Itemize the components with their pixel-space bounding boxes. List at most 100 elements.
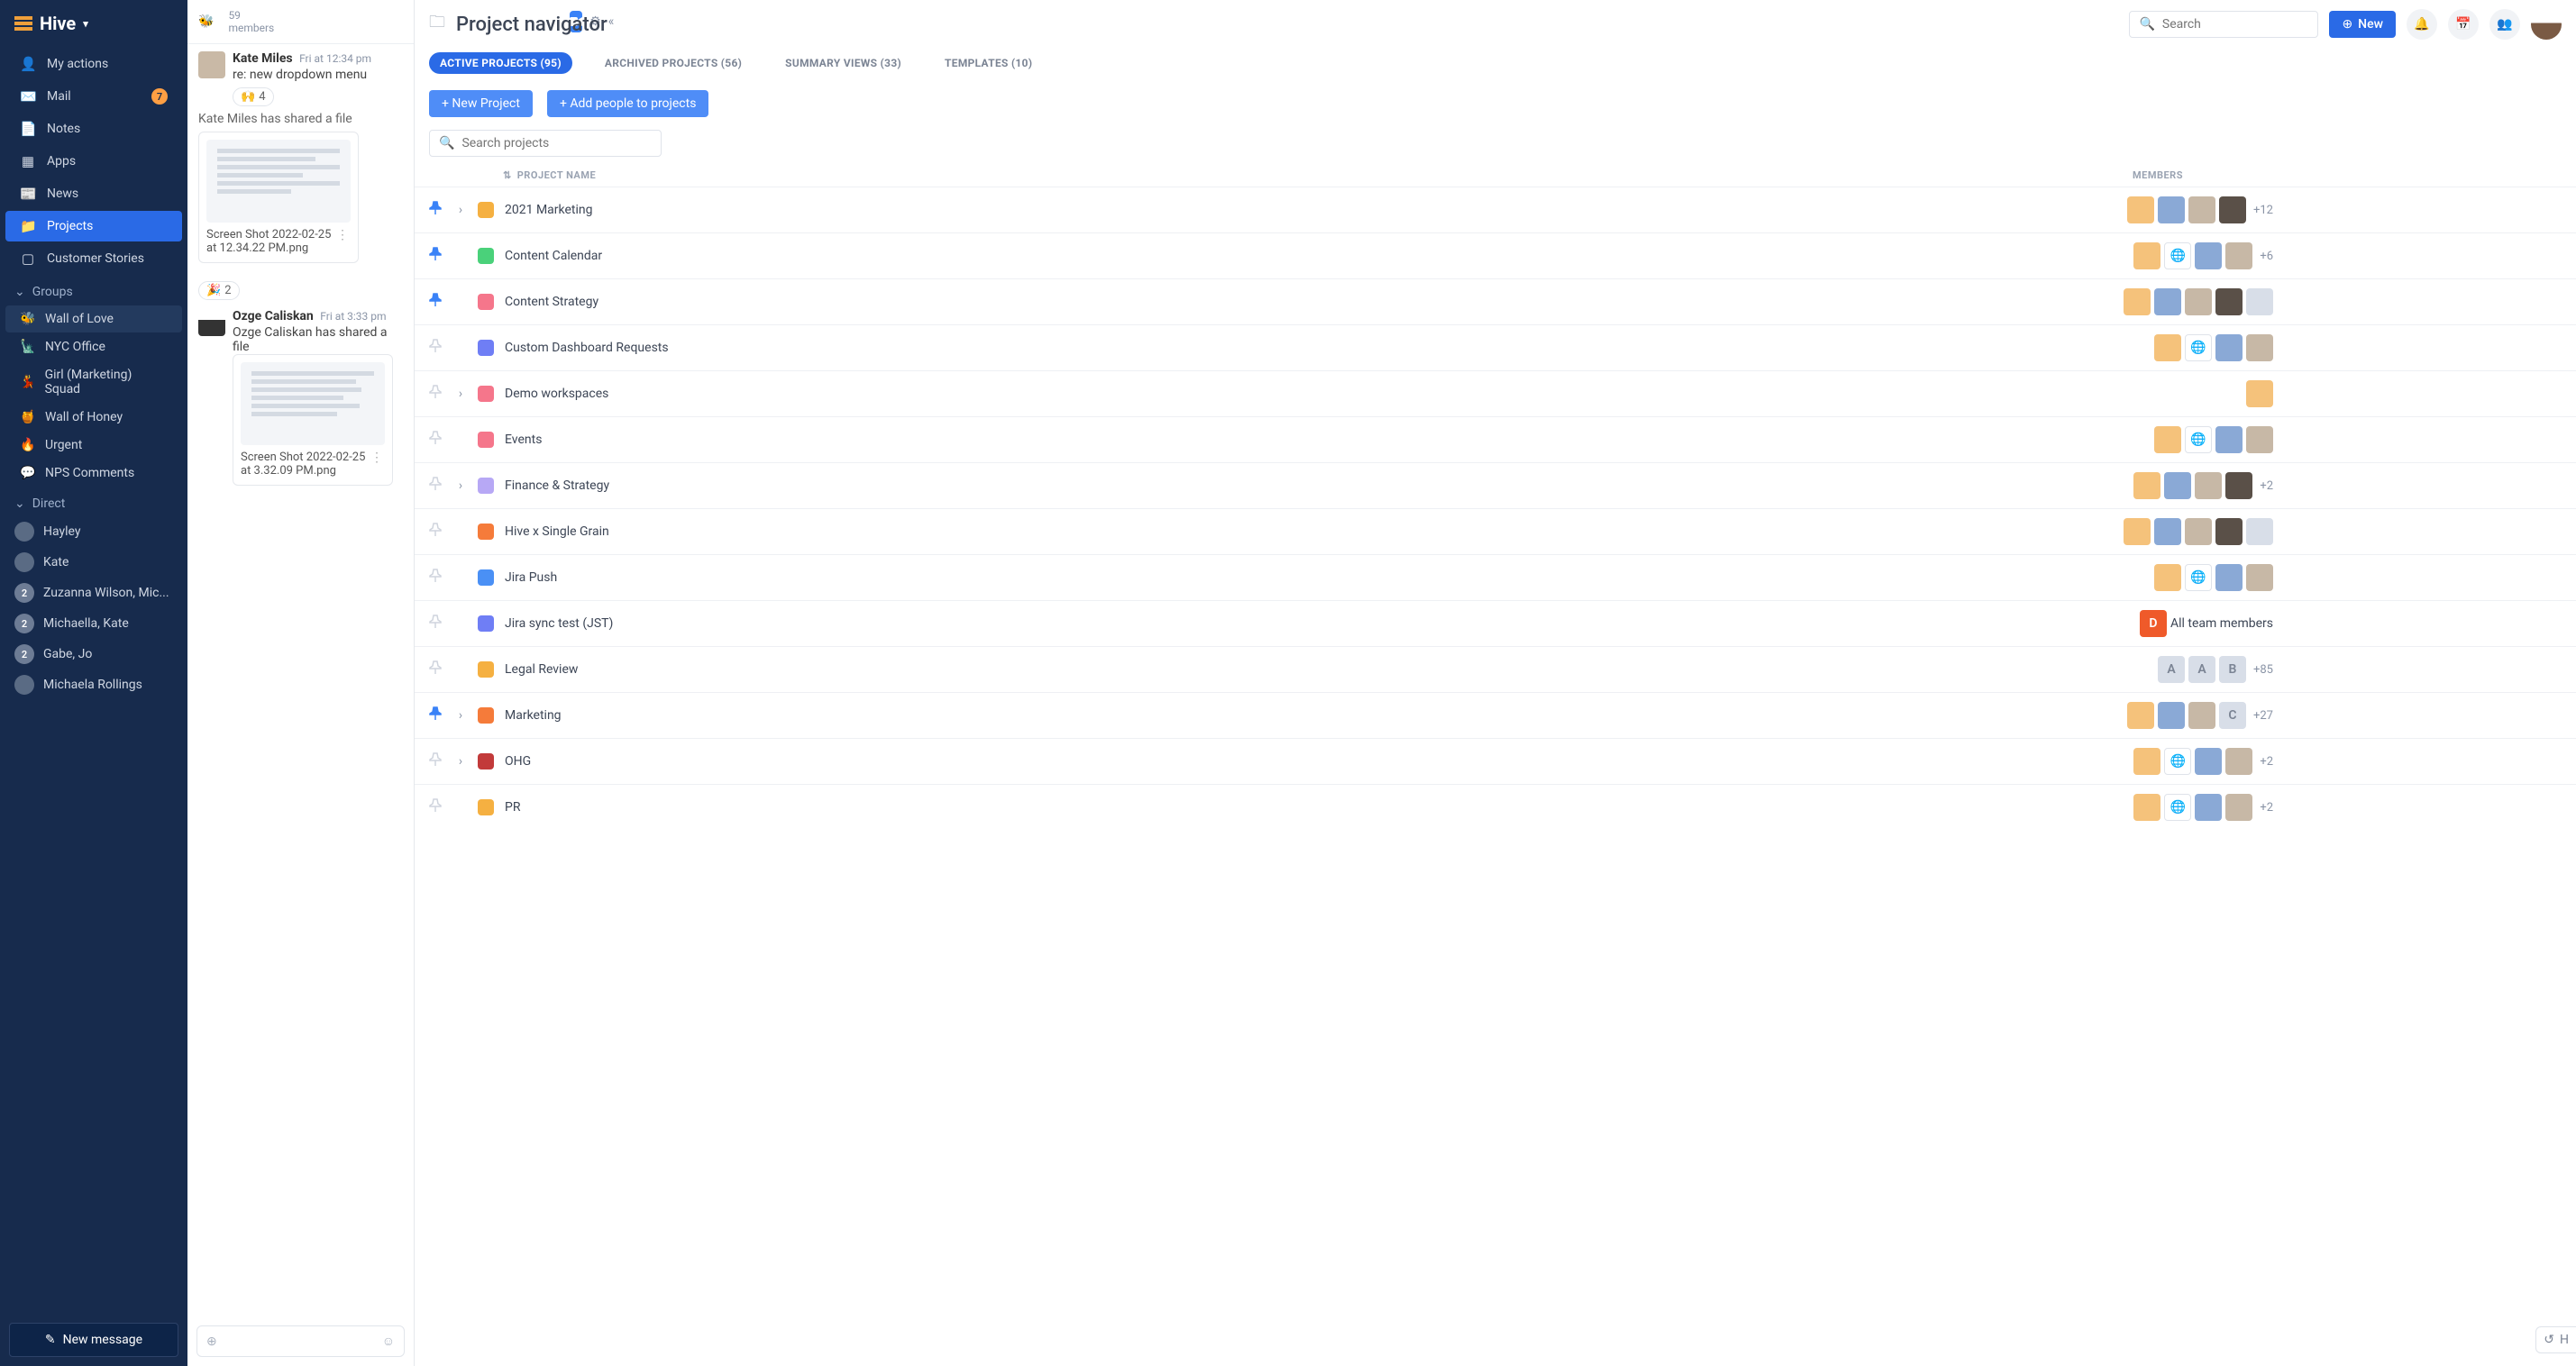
member-avatar[interactable] [2215, 518, 2243, 545]
pin-toggle[interactable] [429, 752, 443, 770]
new-button[interactable]: ⊕ New [2329, 11, 2396, 38]
member-avatar[interactable] [2225, 794, 2252, 821]
project-name[interactable]: OHG [505, 754, 829, 769]
member-avatar[interactable] [2158, 702, 2185, 729]
reaction-chip[interactable]: 🎉 2 [198, 281, 240, 300]
pin-toggle[interactable] [429, 523, 443, 541]
project-name[interactable]: Finance & Strategy [505, 478, 829, 493]
member-avatar[interactable] [2215, 426, 2243, 453]
pin-toggle[interactable] [429, 247, 443, 265]
add-people-button[interactable]: + Add people to projects [547, 90, 709, 117]
people-button[interactable]: 👥 [2489, 9, 2520, 40]
pin-toggle[interactable] [429, 706, 443, 724]
pin-toggle[interactable] [429, 660, 443, 678]
tab[interactable]: TEMPLATES (10) [934, 52, 1043, 74]
member-avatar[interactable] [2188, 196, 2215, 223]
nav-item-customer-stories[interactable]: ▢ Customer Stories [5, 243, 182, 274]
member-avatar[interactable] [2133, 242, 2160, 269]
expand-toggle[interactable]: › [454, 708, 467, 723]
members-overflow[interactable]: +2 [2260, 755, 2273, 769]
member-letter-chip[interactable]: C [2219, 702, 2246, 729]
members-overflow[interactable]: +85 [2253, 663, 2273, 677]
nav-item-projects[interactable]: 📁 Projects [5, 211, 182, 241]
member-avatar[interactable] [2133, 472, 2160, 499]
member-avatar[interactable] [2195, 242, 2222, 269]
member-avatar[interactable] [2246, 334, 2273, 361]
chat-member-count[interactable]: 59 members [228, 9, 274, 34]
dm-item[interactable]: Hayley [0, 516, 187, 547]
column-members[interactable]: MEMBERS [2133, 169, 2183, 181]
member-avatar[interactable] [2246, 518, 2273, 545]
expand-toggle[interactable]: › [454, 754, 467, 769]
new-message-button[interactable]: ✎ New message [9, 1323, 178, 1357]
member-avatar[interactable] [2154, 518, 2181, 545]
member-avatar[interactable] [2127, 702, 2154, 729]
group-item[interactable]: 🗽 NYC Office [5, 333, 182, 360]
member-avatar[interactable] [2127, 196, 2154, 223]
members-overflow[interactable]: +2 [2260, 479, 2273, 493]
member-avatar[interactable] [2124, 288, 2151, 315]
pin-toggle[interactable] [429, 339, 443, 357]
global-search-input[interactable] [2162, 17, 2323, 32]
groups-header[interactable]: ⌄ Groups [0, 276, 187, 305]
member-letter-chip[interactable]: A [2188, 656, 2215, 683]
global-search[interactable]: 🔍 [2129, 11, 2318, 38]
reaction-chip[interactable]: 🙌 4 [233, 87, 274, 106]
pin-toggle[interactable] [429, 798, 443, 816]
pin-toggle[interactable] [429, 569, 443, 587]
brand[interactable]: Hive ▾ [0, 0, 187, 47]
tab[interactable]: ACTIVE PROJECTS (95) [429, 52, 572, 74]
member-letter-chip[interactable]: B [2219, 656, 2246, 683]
member-avatar[interactable] [2195, 748, 2222, 775]
direct-header[interactable]: ⌄ Direct [0, 487, 187, 516]
emoji-picker-icon[interactable]: ☺ [382, 1334, 395, 1349]
member-avatar[interactable] [2154, 564, 2181, 591]
group-item[interactable]: 💃 Girl (Marketing) Squad [5, 361, 182, 403]
member-avatar[interactable] [2154, 426, 2181, 453]
project-name[interactable]: Jira sync test (JST) [505, 616, 829, 631]
calendar-button[interactable]: 📅 [2448, 9, 2479, 40]
members-overflow[interactable]: +2 [2260, 801, 2273, 815]
member-avatar[interactable] [2225, 748, 2252, 775]
new-project-button[interactable]: + New Project [429, 90, 533, 117]
pin-toggle[interactable] [429, 201, 443, 219]
member-avatar[interactable] [2246, 288, 2273, 315]
project-name[interactable]: 2021 Marketing [505, 203, 829, 217]
dm-item[interactable]: 2 Michaella, Kate [0, 608, 187, 639]
member-avatar[interactable] [2215, 334, 2243, 361]
attachment-menu-button[interactable]: ⋮ [369, 451, 385, 465]
attachment-card[interactable]: ⋮ Screen Shot 2022-02-25 at 3.32.09 PM.p… [233, 354, 393, 486]
group-item[interactable]: 🍯 Wall of Honey [5, 404, 182, 431]
member-avatar[interactable] [2219, 196, 2246, 223]
member-avatar[interactable] [2185, 288, 2212, 315]
member-letter-chip[interactable]: A [2158, 656, 2185, 683]
member-avatar[interactable] [2124, 518, 2151, 545]
chat-scroll[interactable]: Kate Miles Fri at 12:34 pm re: new dropd… [187, 44, 414, 1316]
member-avatar[interactable] [2154, 288, 2181, 315]
current-user-avatar[interactable] [2531, 9, 2562, 40]
member-avatar[interactable] [2246, 380, 2273, 407]
project-search[interactable]: 🔍 [429, 130, 662, 157]
project-name[interactable]: Content Strategy [505, 295, 829, 309]
nav-item-my-actions[interactable]: 👤 My actions [5, 49, 182, 79]
member-avatar[interactable] [2188, 702, 2215, 729]
nav-item-notes[interactable]: 📄 Notes [5, 114, 182, 144]
tab[interactable]: SUMMARY VIEWS (33) [774, 52, 912, 74]
member-avatar[interactable] [2133, 794, 2160, 821]
project-name[interactable]: Custom Dashboard Requests [505, 341, 829, 355]
project-name[interactable]: Hive x Single Grain [505, 524, 829, 539]
attachment-card[interactable]: ⋮ Screen Shot 2022-02-25 at 12.34.22 PM.… [198, 132, 359, 263]
dm-item[interactable]: 2 Zuzanna Wilson, Mic... [0, 578, 187, 608]
pin-toggle[interactable] [429, 615, 443, 633]
members-overflow[interactable]: +12 [2253, 204, 2273, 217]
member-avatar[interactable] [2246, 426, 2273, 453]
members-overflow[interactable]: +27 [2253, 709, 2273, 723]
notifications-button[interactable]: 🔔 [2407, 9, 2437, 40]
member-avatar[interactable] [2185, 518, 2212, 545]
message-composer[interactable]: ⊕ ☺ [196, 1325, 405, 1357]
nav-item-mail[interactable]: ✉️ Mail 7 [5, 81, 182, 112]
author-name[interactable]: Ozge Caliskan [233, 309, 314, 323]
nav-item-apps[interactable]: ▦ Apps [5, 146, 182, 177]
group-item[interactable]: 🔥 Urgent [5, 432, 182, 459]
nav-item-news[interactable]: 📰 News [5, 178, 182, 209]
